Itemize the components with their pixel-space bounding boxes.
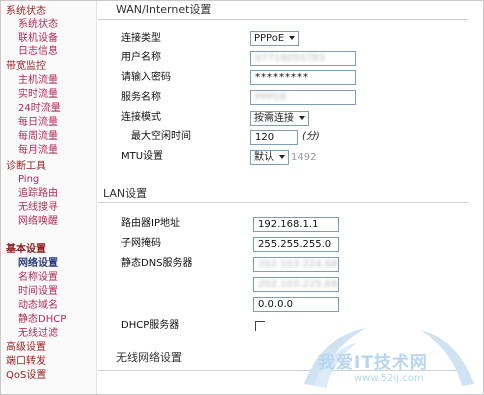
sidebar-item[interactable]: 24时流量 — [18, 103, 61, 115]
lan-section-title: LAN设置 — [103, 187, 148, 200]
username-input[interactable]: 07716050783 — [250, 51, 356, 66]
sidebar-item[interactable]: 无线过滤 — [18, 328, 58, 340]
password-input[interactable]: ********* — [250, 70, 356, 85]
sidebar-item[interactable]: 动态域名 — [18, 300, 58, 312]
sidebar-item[interactable]: 名称设置 — [18, 272, 58, 284]
sidebar-item[interactable]: 实时流量 — [18, 89, 58, 101]
dns1-input[interactable]: 202.103.224.68 — [253, 257, 339, 272]
dns3-input[interactable]: 0.0.0.0 — [253, 297, 339, 312]
sidebar-item[interactable]: 时间设置 — [18, 286, 58, 298]
sidebar-item[interactable]: 系统状态 — [6, 6, 46, 18]
sidebar-item[interactable]: 主机流量 — [18, 75, 58, 87]
router-ip-label: 路由器IP地址 — [121, 218, 180, 229]
dns2-input[interactable]: 202.103.225.68 — [253, 277, 339, 292]
sidebar-item[interactable]: 端口转发 — [6, 356, 46, 368]
sidebar-item[interactable]: 网络唤醒 — [18, 216, 58, 228]
chevron-down-icon — [279, 155, 285, 159]
max-idle-label: 最大空闲时间 — [131, 131, 191, 142]
connect-mode-select[interactable]: 按需连接 — [250, 111, 309, 126]
lan-divider — [98, 202, 468, 203]
service-name-label: 服务名称 — [121, 92, 161, 103]
connection-type-select[interactable]: PPPoE — [250, 31, 300, 46]
sidebar-item[interactable]: 诊断工具 — [6, 161, 46, 173]
wireless-section-title: 无线网络设置 — [116, 351, 182, 364]
sidebar-item[interactable]: 每月流量 — [18, 145, 58, 157]
sidebar-item[interactable]: 追踪路由 — [18, 188, 58, 200]
max-idle-unit: (分) — [302, 131, 320, 142]
sidebar-item[interactable]: 联机设备 — [18, 33, 58, 45]
connect-mode-value: 按需连接 — [254, 113, 294, 124]
watermark-url: www.52ij.com — [354, 373, 424, 384]
sidebar-item[interactable]: 每日流量 — [18, 117, 58, 129]
username-value: 07716050783 — [255, 53, 325, 64]
dns2-value: 202.103.225.68 — [258, 279, 338, 290]
dns1-value: 202.103.224.68 — [258, 259, 338, 270]
sidebar: 系统状态 系统状态联机设备 日志信息带宽监控主机流量实时流量 24时流量每日流量每周流… — [1, 1, 97, 394]
wan-divider — [98, 19, 468, 20]
sidebar-item[interactable]: QoS设置 — [6, 370, 46, 382]
mtu-mode-value: 默认 — [254, 152, 274, 163]
service-name-input[interactable]: PPPOE — [250, 90, 356, 105]
mtu-mode-select[interactable]: 默认 — [250, 150, 289, 165]
sidebar-item[interactable]: 静态DHCP — [18, 314, 66, 326]
max-idle-input[interactable]: 120 — [250, 130, 298, 145]
connection-type-label: 连接类型 — [121, 33, 161, 44]
sidebar-item[interactable]: 带宽监控 — [6, 61, 46, 73]
sidebar-item[interactable]: 日志信息 — [18, 46, 58, 58]
wan-section-title: WAN/Internet设置 — [116, 3, 212, 16]
dns-label: 静态DNS服务器 — [121, 258, 193, 269]
sidebar-item[interactable]: 无线搜寻 — [18, 202, 58, 214]
chevron-down-icon — [289, 36, 296, 40]
username-label: 用户名称 — [121, 52, 161, 63]
sidebar-item[interactable]: 高级设置 — [6, 342, 46, 354]
sidebar-item[interactable]: 每周流量 — [18, 131, 58, 143]
mtu-label: MTU设置 — [121, 151, 164, 162]
sidebar-item[interactable]: Ping — [18, 174, 39, 186]
connection-type-value: PPPoE — [254, 33, 285, 44]
dhcp-label: DHCP服务器 — [121, 320, 180, 331]
connect-mode-label: 连接模式 — [121, 112, 161, 123]
sidebar-item[interactable]: 基本设置 — [6, 244, 46, 256]
dhcp-checkbox[interactable] — [255, 321, 265, 331]
sidebar-item[interactable]: 网络设置 — [18, 258, 58, 270]
service-name-value: PPPOE — [255, 92, 288, 103]
sidebar-item[interactable]: 系统状态 — [18, 19, 58, 31]
mtu-value: 1492 — [291, 152, 317, 163]
watermark-text: 我爱IT技术网 — [318, 353, 428, 373]
subnet-input[interactable]: 255.255.255.0 — [253, 237, 339, 252]
password-label: 请输入密码 — [121, 72, 171, 83]
router-ip-input[interactable]: 192.168.1.1 — [253, 217, 339, 232]
subnet-label: 子网掩码 — [121, 238, 161, 249]
chevron-down-icon — [299, 116, 305, 120]
